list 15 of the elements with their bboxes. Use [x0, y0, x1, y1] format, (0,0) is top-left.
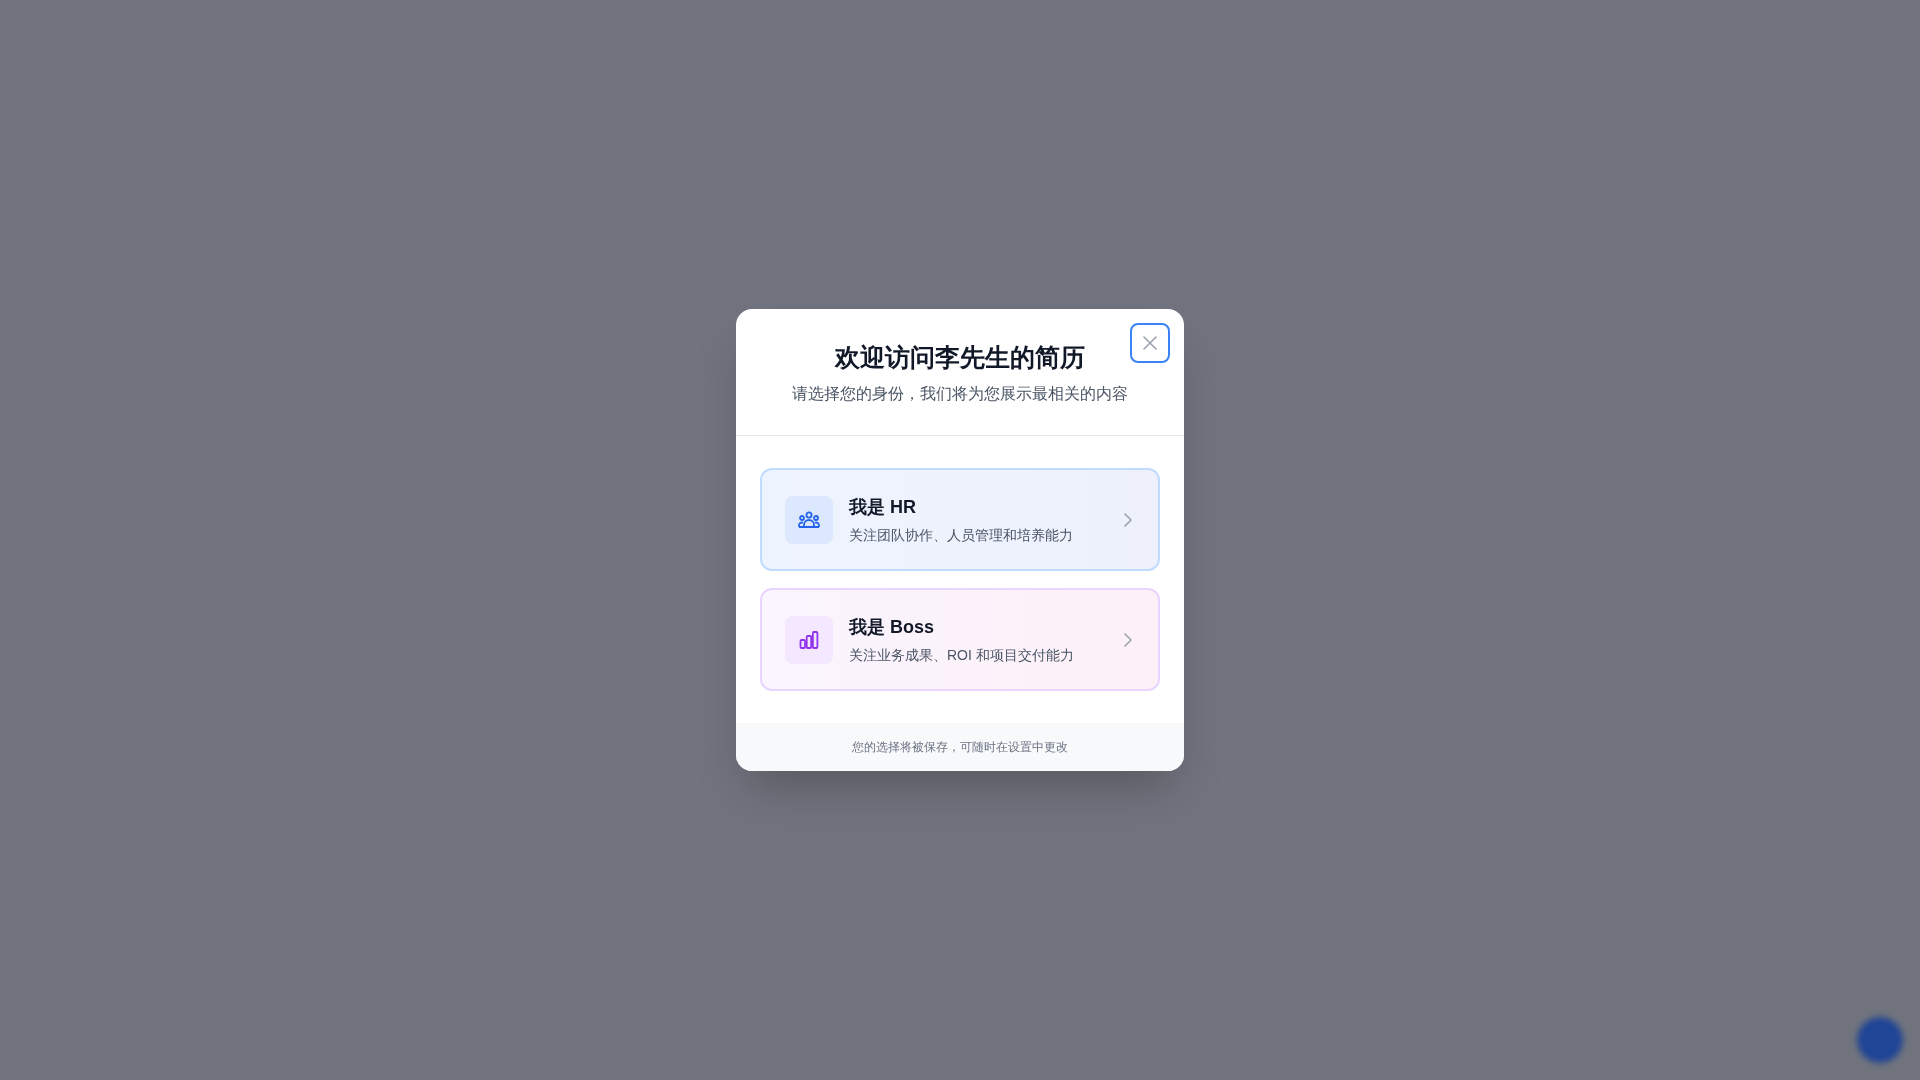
footer-note: 您的选择将被保存，可随时在设置中更改 [852, 739, 1068, 756]
close-icon [1143, 336, 1157, 350]
option-title: 我是 Boss [849, 615, 936, 639]
option-title: 我是 HR [849, 495, 917, 519]
close-button[interactable] [1130, 323, 1170, 363]
chevron-right-icon [1124, 512, 1132, 527]
chevron-right-icon [1124, 632, 1132, 647]
role-option-card[interactable]: 我是 Boss 关注业务成果、ROI 和项目交付能力 [760, 588, 1160, 691]
people-icon [798, 510, 820, 529]
option-description: 关注业务成果、ROI 和项目交付能力 [849, 645, 1075, 665]
dialog-subtitle: 请选择您的身份，我们将为您展示最相关的内容 [792, 384, 1128, 404]
dialog-title: 欢迎访问李先生的简历 [835, 342, 1085, 373]
role-option-card[interactable]: 我是 HR 关注团队协作、人员管理和培养能力 [760, 468, 1160, 571]
bar-chart-icon [799, 629, 819, 650]
option-description: 关注团队协作、人员管理和培养能力 [849, 525, 1074, 545]
